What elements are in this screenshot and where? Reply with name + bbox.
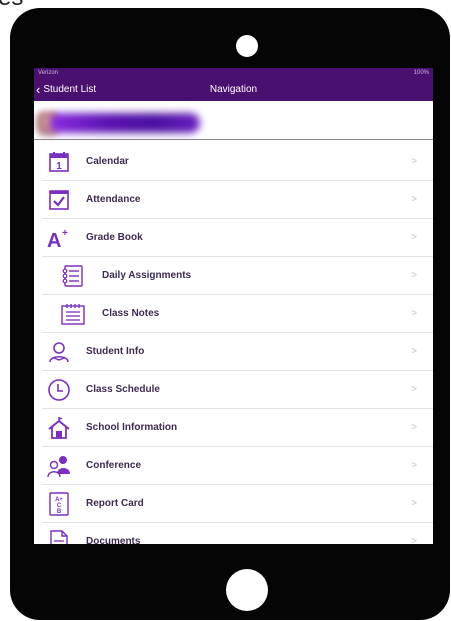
document-icon [42,528,76,544]
chevron-right-icon: > [411,384,417,395]
chevron-right-icon: > [411,498,417,509]
status-battery: 100% [413,70,429,76]
attendance-checkbox-icon [42,186,76,214]
header-divider [34,139,433,140]
navigation-menu: 1 Calendar > Attendance > A + Grade Book… [42,143,433,544]
svg-text:A: A [47,230,61,250]
menu-item-daily-assignments[interactable]: Daily Assignments > [42,257,433,295]
menu-item-label: Grade Book [86,232,143,243]
menu-item-label: Calendar [86,156,129,167]
front-camera [236,35,258,57]
chevron-right-icon: > [411,308,417,319]
chevron-right-icon: > [411,270,417,281]
school-building-icon [42,414,76,442]
chevron-right-icon: > [411,232,417,243]
status-carrier: Verizon [38,70,59,76]
page: es Verizon 100% ‹ Student List Navigatio… [0,0,451,621]
chevron-right-icon: > [411,422,417,433]
menu-item-label: Documents [86,536,141,544]
cropped-caption-text: es [0,0,23,12]
menu-item-grade-book[interactable]: A + Grade Book > [42,219,433,257]
grade-a-plus-icon: A + [42,224,76,252]
navigation-bar: ‹ Student List Navigation [34,78,433,101]
menu-item-school-information[interactable]: School Information > [42,409,433,447]
svg-text:+: + [62,228,68,239]
menu-item-label: Conference [86,460,142,471]
menu-item-label: Class Notes [102,308,160,319]
student-profile-header [34,101,433,139]
menu-item-label: Student Info [86,346,145,357]
menu-item-label: Class Schedule [86,384,160,395]
menu-item-report-card[interactable]: A+ C B Report Card > [42,485,433,523]
notes-icon [56,300,90,328]
student-name-redacted [50,113,200,133]
checklist-icon [56,262,90,290]
student-user-icon [42,338,76,366]
menu-item-label: Daily Assignments [102,270,192,281]
home-button[interactable] [226,569,268,611]
clock-icon [42,376,76,404]
chevron-right-icon: > [411,460,417,471]
menu-item-class-notes[interactable]: Class Notes > [42,295,433,333]
menu-item-class-schedule[interactable]: Class Schedule > [42,371,433,409]
nav-title: Navigation [209,84,258,95]
chevron-right-icon: > [411,346,417,357]
menu-item-calendar[interactable]: 1 Calendar > [42,143,433,181]
menu-item-student-info[interactable]: Student Info > [42,333,433,371]
menu-item-conference[interactable]: Conference > [42,447,433,485]
chevron-right-icon: > [411,194,417,205]
calendar-icon: 1 [42,148,76,176]
report-card-icon: A+ C B [42,490,76,518]
menu-item-attendance[interactable]: Attendance > [42,181,433,219]
conference-people-icon [42,452,76,480]
menu-item-label: Attendance [86,194,141,205]
menu-item-documents[interactable]: Documents > [42,523,433,544]
status-bar: Verizon 100% [34,68,433,78]
app-screen: Verizon 100% ‹ Student List Navigation 1… [34,68,433,544]
menu-item-label: Report Card [86,498,144,509]
chevron-right-icon: > [411,156,417,167]
menu-item-label: School Information [86,422,178,433]
chevron-right-icon: > [411,536,417,544]
svg-text:B: B [57,509,62,515]
svg-text:1: 1 [56,161,62,172]
